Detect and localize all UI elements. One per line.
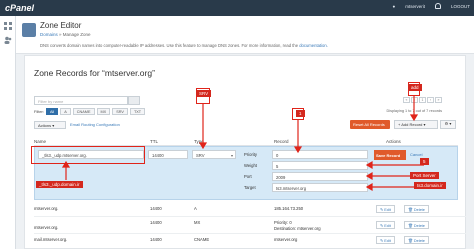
annotation-add-label: add (408, 84, 422, 91)
header-actions: Actions (386, 139, 401, 144)
pager-page[interactable]: 1 (419, 97, 426, 103)
priority-input[interactable]: 0 (272, 150, 368, 159)
annotation-one-label: 1 (296, 110, 305, 117)
user-menu[interactable]: mtserverit (405, 4, 425, 9)
user-icon: ● (392, 3, 396, 9)
filter-a[interactable]: A (60, 108, 71, 115)
breadcrumb-domains[interactable]: Domains (40, 32, 58, 37)
row-type: A (194, 206, 197, 211)
record-type-select[interactable]: SRV ▾ (192, 150, 236, 159)
actions-dropdown[interactable]: Actions ▾ (34, 121, 66, 129)
edit-button[interactable]: ✎ Edit (376, 205, 395, 213)
weight-input[interactable]: 5 (272, 161, 368, 170)
reset-all-records-button[interactable]: Reset All Records (350, 120, 390, 129)
delete-button[interactable]: 🗑 Delete (404, 221, 429, 229)
row-ttl: 14400 (150, 237, 162, 242)
filter-srv[interactable]: SRV (112, 108, 128, 115)
page-header: Zone Editor Domains » Manage Zone (16, 16, 474, 54)
email-routing-link[interactable]: Email Routing Configuration (70, 122, 120, 127)
annotation-port-label: Port Server (410, 172, 439, 179)
left-sidebar (0, 16, 16, 249)
pagination: « ‹ 1 › » (403, 97, 442, 103)
chevron-down-icon: ▾ (423, 122, 426, 127)
page-description: DNS converts domain names into computer-… (40, 43, 328, 48)
breadcrumb: Domains » Manage Zone (40, 32, 91, 37)
cancel-link[interactable]: Cancel (410, 152, 422, 157)
documentation-link[interactable]: documentation. (299, 43, 328, 48)
filter-all[interactable]: All (46, 108, 59, 115)
row-record: Priority: 0 (274, 220, 292, 225)
search-input[interactable]: Filter by name (34, 96, 128, 105)
edit-button[interactable]: ✎ Edit (376, 236, 395, 244)
port-label: Port (244, 174, 252, 179)
breadcrumb-current: Manage Zone (62, 32, 91, 37)
bell-icon[interactable] (434, 3, 441, 9)
filter-label: Filter: (34, 109, 44, 114)
filter-mx[interactable]: MX (96, 108, 111, 115)
header-type[interactable]: Type (194, 139, 204, 144)
zone-editor-icon (22, 23, 36, 37)
annotation-domain-label: _tls3._udp.domain.ir (36, 181, 83, 188)
row-type: CNAME (194, 237, 210, 242)
table-row: mtserver.org. 14400 MX Priority: 0 Desti… (34, 217, 466, 234)
grid-icon[interactable] (4, 22, 12, 30)
row-ttl: 14400 (150, 206, 162, 211)
row-name: mtserver.org. (34, 225, 59, 230)
filter-cname[interactable]: CNAME (72, 108, 95, 115)
settings-gear-button[interactable]: ⚙ ▾ (440, 120, 456, 129)
annotation-name-box (31, 146, 145, 164)
pager-next[interactable]: › (427, 97, 434, 103)
row-record: mtserver.org (274, 237, 298, 242)
table-row: mail.mtserver.org. 14400 CNAME mtserver.… (34, 234, 466, 248)
header-ttl[interactable]: TTL (150, 139, 158, 144)
pager-prev[interactable]: ‹ (411, 97, 418, 103)
record-type-value: SRV (196, 153, 205, 158)
header-name[interactable]: Name (34, 139, 46, 144)
annotation-ts3-label: ts3.domain.ir (414, 182, 446, 189)
row-name: mail.mtserver.org. (34, 237, 68, 242)
search-icon[interactable] (128, 96, 140, 105)
header-record[interactable]: Record (274, 139, 289, 144)
delete-button[interactable]: 🗑 Delete (404, 205, 429, 213)
row-ttl: 14400 (150, 220, 162, 225)
target-input[interactable]: ts3.mtserver.org (272, 183, 368, 192)
description-text: DNS converts domain names into computer-… (40, 43, 299, 48)
add-record-label: + Add Record (398, 122, 423, 127)
users-icon[interactable] (4, 36, 12, 44)
logout-link[interactable]: LOGOUT (451, 4, 470, 9)
record-type-filter: Filter: All A CNAME MX SRV TXT (34, 108, 146, 115)
row-name: mtserver.org. (34, 206, 59, 211)
port-input[interactable]: 2009 (272, 172, 368, 181)
table-header: Name TTL Type Record Actions (34, 137, 458, 146)
add-record-button[interactable]: + Add Record ▾ (394, 120, 438, 129)
page-title: Zone Editor (40, 21, 82, 30)
weight-label: Weight (244, 163, 257, 168)
record-ttl-input[interactable]: 14400 (148, 150, 188, 159)
panel-title: Zone Records for “mtserver.org” (34, 68, 155, 78)
annotation-srv-label: SRV (196, 90, 212, 97)
pager-last[interactable]: » (435, 97, 442, 103)
target-label: Target (244, 185, 256, 190)
row-record-detail: Destination: mtserver.org (274, 226, 321, 231)
annotation-five-label: 5 (420, 158, 429, 165)
save-record-button[interactable]: Save Record (374, 150, 406, 160)
delete-button[interactable]: 🗑 Delete (404, 236, 429, 244)
records-count: Displaying 1 to 7 out of 7 records (386, 109, 442, 113)
table-row: mtserver.org. 14400 A 185.164.73.250 ✎ E… (34, 203, 466, 217)
row-record: 185.164.73.250 (274, 206, 304, 211)
priority-label: Priority (244, 152, 258, 157)
filter-txt[interactable]: TXT (129, 108, 146, 115)
row-type: MX (194, 220, 201, 225)
edit-button[interactable]: ✎ Edit (376, 221, 395, 229)
top-bar: cPanel ● mtserverit LOGOUT (0, 0, 474, 16)
chevron-down-icon: ▾ (230, 153, 233, 158)
cpanel-logo[interactable]: cPanel (0, 3, 40, 13)
pager-first[interactable]: « (403, 97, 410, 103)
